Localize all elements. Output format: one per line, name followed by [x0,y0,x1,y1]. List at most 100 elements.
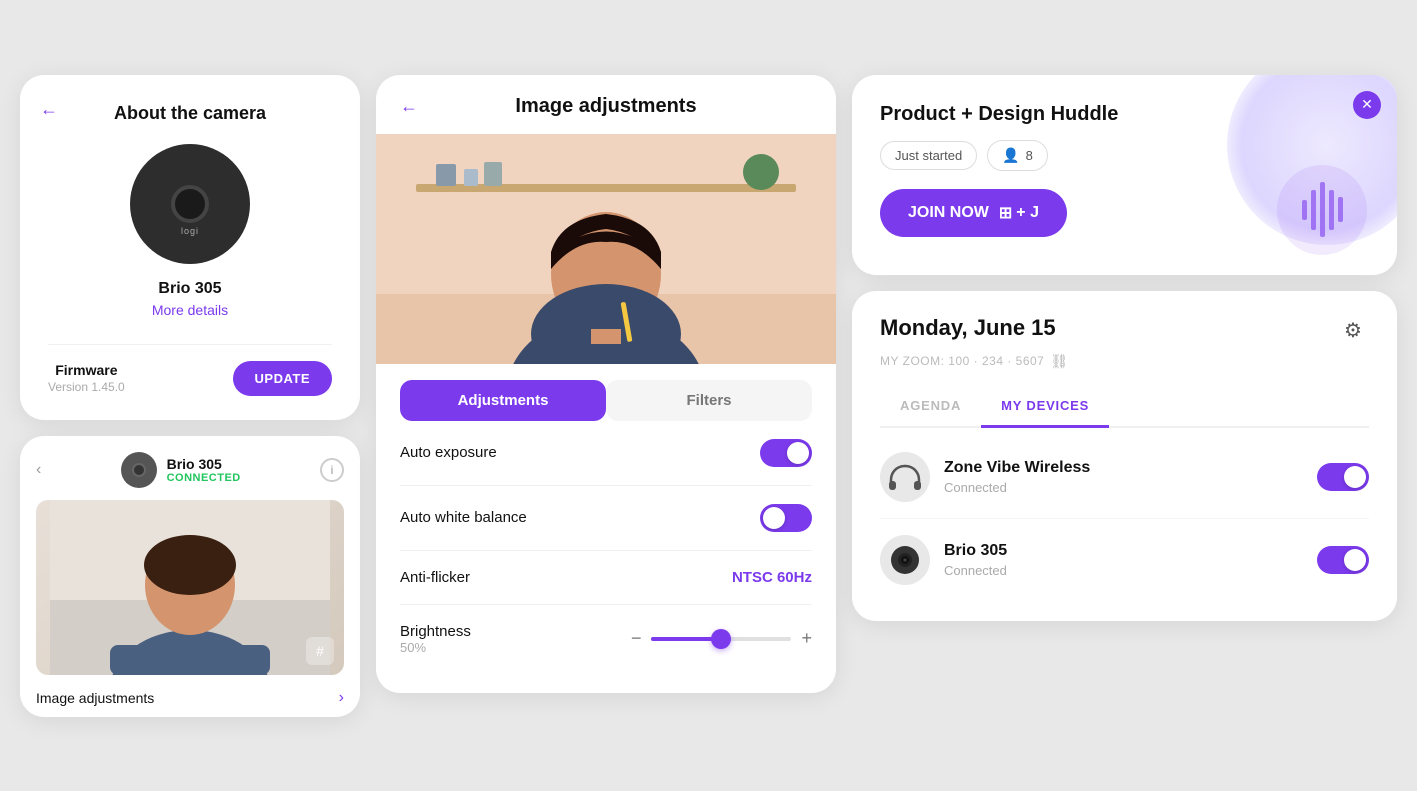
brightness-slider-container: − + [631,628,812,649]
image-adj-tabs: Adjustments Filters [400,380,812,421]
tab-agenda[interactable]: AGENDA [880,388,981,428]
huddle-meta: Just started 👤 8 [880,140,1369,171]
column-2: ← Image adjustments [376,75,836,693]
zoom-label: MY ZOOM: 100 · 234 · 5607 [880,354,1044,368]
tab-filters[interactable]: Filters [606,380,812,421]
brio-device-name: Brio 305 [167,456,241,472]
huddle-status-badge: Just started [880,141,977,170]
brightness-label: Brightness [400,623,471,640]
devices-list: Zone Vibe Wireless Connected [880,428,1369,601]
auto-white-balance-label: Auto white balance [400,509,527,526]
settings-gear-icon[interactable]: ⚙ [1337,315,1369,347]
auto-exposure-label: Auto exposure [400,444,497,461]
tab-my-devices[interactable]: MY DEVICES [981,388,1109,428]
windows-icon: ⊞ [999,203,1012,223]
firmware-info: Firmware Version 1.45.0 [48,362,125,394]
chevron-right-icon: › [339,689,344,707]
auto-exposure-toggle[interactable] [760,439,812,467]
image-adjustments-footer[interactable]: Image adjustments › [36,675,344,717]
about-camera-card: ← About the camera logi Brio 305 More de… [20,75,360,420]
back-button[interactable]: ← [40,99,58,120]
calendar-tabs: AGENDA MY DEVICES [880,388,1369,428]
brio305-info: Brio 305 Connected [944,542,1303,578]
webcam-preview [376,134,836,364]
wave-bar-2 [1311,190,1316,230]
zone-vibe-info: Zone Vibe Wireless Connected [944,459,1303,495]
wave-bar-3 [1320,182,1325,237]
zoom-info: MY ZOOM: 100 · 234 · 5607 ⛓ [880,353,1369,370]
brio-info: Brio 305 CONNECTED [167,456,241,484]
brio305-device-icon [880,535,930,585]
auto-exposure-row: Auto exposure [400,421,812,486]
brio-device-info: Brio 305 CONNECTED [121,452,241,488]
camera-name: Brio 305 [48,280,332,298]
column-1: ← About the camera logi Brio 305 More de… [20,75,360,717]
wave-bar-4 [1329,190,1334,230]
image-adj-label: Image adjustments [36,690,154,706]
firmware-row: Firmware Version 1.45.0 UPDATE [48,344,332,396]
brio305-toggle[interactable] [1317,546,1369,574]
brightness-control: Brightness 50% [400,623,471,655]
close-button[interactable]: ✕ [1353,91,1381,119]
attendees-icon: 👤 [1002,147,1019,164]
audio-waves [1302,182,1343,237]
zone-vibe-status: Connected [944,480,1303,495]
auto-white-balance-toggle[interactable] [760,504,812,532]
camera-device-svg [888,543,922,577]
zone-vibe-toggle[interactable] [1317,463,1369,491]
image-adjustments-card: ← Image adjustments [376,75,836,693]
image-adj-header: ← Image adjustments [376,75,836,134]
brightness-percent: 50% [400,640,471,655]
zone-vibe-name: Zone Vibe Wireless [944,459,1303,477]
auto-white-balance-row: Auto white balance [400,486,812,551]
brio305-name: Brio 305 [944,542,1303,560]
join-shortcut: ⊞ + J [999,203,1039,223]
brio-connected-status: CONNECTED [167,472,241,484]
device-item: Zone Vibe Wireless Connected [880,436,1369,519]
person-preview-svg [36,500,344,675]
card-title: About the camera [48,103,332,124]
logi-label: logi [181,226,199,236]
brio305-status: Connected [944,563,1303,578]
slider-minus-button[interactable]: − [631,628,642,649]
join-now-button[interactable]: JOIN NOW ⊞ + J [880,189,1067,237]
device-item: Brio 305 Connected [880,519,1369,601]
camera-image: logi [130,144,250,264]
app-container: ← About the camera logi Brio 305 More de… [20,75,1397,717]
img-adj-back-button[interactable]: ← [400,96,418,117]
anti-flicker-row: Anti-flicker NTSC 60Hz [400,551,812,605]
attendees-count: 8 [1026,148,1033,163]
huddle-card: ✕ Product + Design Huddle Just started 👤… [852,75,1397,275]
huddle-title: Product + Design Huddle [880,103,1140,126]
wave-bar-1 [1302,200,1307,220]
anti-flicker-value[interactable]: NTSC 60Hz [732,569,812,586]
brightness-slider-track[interactable] [651,637,791,641]
zoom-link-icon: ⛓ [1050,353,1068,370]
audio-icon-decoration [1277,165,1367,255]
nav-left-button[interactable]: ‹ [36,461,41,479]
update-button[interactable]: UPDATE [233,361,332,396]
headphone-svg [888,463,922,491]
image-adj-title: Image adjustments [430,95,812,118]
brio-preview-card: ‹ Brio 305 CONNECTED i [20,436,360,717]
brightness-row: Brightness 50% − + [400,605,812,673]
hashtag-icon: # [306,637,334,665]
shortcut-key: + J [1016,204,1039,222]
column-3: ✕ Product + Design Huddle Just started 👤… [852,75,1397,621]
slider-plus-button[interactable]: + [801,628,812,649]
join-now-label: JOIN NOW [908,204,989,222]
firmware-version: Version 1.45.0 [48,380,125,394]
headphone-device-icon [880,452,930,502]
calendar-card: Monday, June 15 ⚙ MY ZOOM: 100 · 234 · 5… [852,291,1397,621]
firmware-label: Firmware [48,362,125,378]
adjustments-list: Auto exposure Auto white balance Anti-fl… [376,421,836,693]
slider-thumb[interactable] [711,629,731,649]
tab-adjustments[interactable]: Adjustments [400,380,606,421]
brio-thumbnail [121,452,157,488]
anti-flicker-label: Anti-flicker [400,569,470,586]
cal-date: Monday, June 15 [880,315,1056,341]
info-icon[interactable]: i [320,458,344,482]
attendees-badge: 👤 8 [987,140,1048,171]
brio-preview-header: ‹ Brio 305 CONNECTED i [36,452,344,488]
more-details-link[interactable]: More details [152,302,228,318]
